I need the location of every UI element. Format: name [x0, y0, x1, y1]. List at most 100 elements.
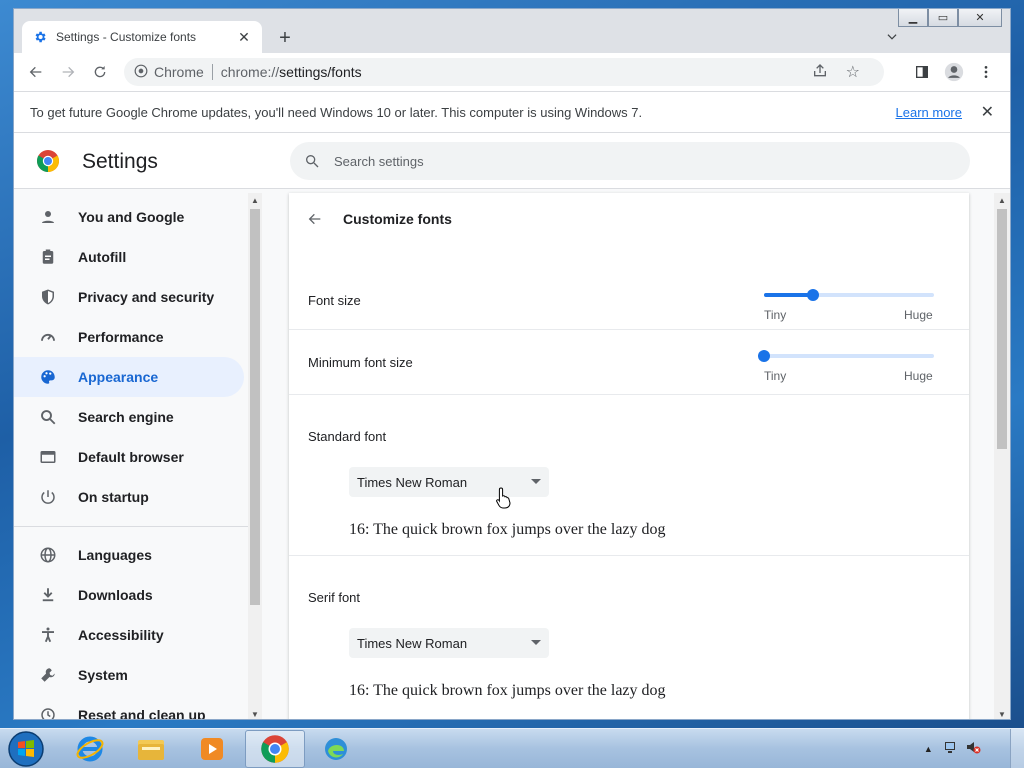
side-panel-icon[interactable] [906, 56, 938, 88]
sidebar-item-languages[interactable]: Languages [14, 535, 260, 575]
scroll-down-icon[interactable]: ▼ [994, 707, 1010, 719]
clock[interactable] [991, 736, 994, 762]
file-explorer-icon[interactable] [123, 730, 179, 768]
infobar-close-icon[interactable]: ✕ [981, 102, 994, 122]
sidebar-item-performance[interactable]: Performance [14, 317, 260, 357]
settings-sidebar: You and Google Autofill Privacy and secu… [14, 193, 260, 720]
learn-more-link[interactable]: Learn more [896, 105, 962, 120]
maximize-icon[interactable]: ▭ [928, 9, 958, 27]
serif-font-select[interactable]: Times New Roman [349, 628, 549, 658]
sidebar-item-label: Downloads [78, 587, 153, 603]
volume-muted-icon[interactable] [965, 739, 981, 760]
sidebar-item-label: On startup [78, 489, 149, 505]
sidebar-item-system[interactable]: System [14, 655, 260, 695]
sidebar-item-label: Languages [78, 547, 152, 563]
font-size-min-label: Tiny [764, 308, 787, 322]
scroll-down-icon[interactable]: ▼ [248, 707, 262, 719]
chrome-taskbar-icon[interactable] [245, 730, 305, 768]
sidebar-scrollbar[interactable]: ▲ ▼ [248, 193, 262, 719]
font-size-row: Font size Tiny Huge [289, 245, 969, 330]
minimize-icon[interactable]: ▁ [898, 9, 928, 27]
sidebar-item-accessibility[interactable]: Accessibility [14, 615, 260, 655]
sidebar-item-reset[interactable]: Reset and clean up [14, 695, 260, 720]
power-icon [38, 487, 58, 507]
search-settings-input[interactable]: Search settings [290, 142, 970, 180]
bookmark-star-icon[interactable]: ☆ [846, 62, 860, 82]
sidebar-item-privacy[interactable]: Privacy and security [14, 277, 260, 317]
search-icon [38, 407, 58, 427]
accessibility-icon [38, 625, 58, 645]
min-font-size-slider-knob[interactable] [758, 350, 770, 362]
standard-font-label: Standard font [308, 429, 387, 444]
media-player-icon[interactable] [184, 730, 240, 768]
sidebar-item-label: Default browser [78, 449, 184, 465]
standard-font-sample: 16: The quick brown fox jumps over the l… [349, 521, 666, 538]
start-button[interactable] [6, 730, 46, 768]
search-icon [304, 153, 320, 169]
sidebar-item-label: Accessibility [78, 627, 164, 643]
sidebar-scroll-thumb[interactable] [250, 209, 260, 605]
sidebar-item-default-browser[interactable]: Default browser [14, 437, 260, 477]
tab-settings[interactable]: Settings - Customize fonts ✕ [22, 21, 262, 53]
wrench-icon [38, 665, 58, 685]
back-arrow-icon[interactable] [20, 56, 52, 88]
font-size-label: Font size [308, 293, 361, 308]
url-text: chrome://settings/fonts [221, 64, 362, 80]
min-font-size-min-label: Tiny [764, 369, 787, 383]
gear-icon [32, 29, 48, 45]
scroll-up-icon[interactable]: ▲ [994, 193, 1010, 207]
standard-font-value: Times New Roman [357, 474, 468, 490]
share-icon[interactable] [812, 63, 828, 82]
speedometer-icon [38, 327, 58, 347]
main-scroll-thumb[interactable] [997, 209, 1007, 449]
network-icon[interactable] [943, 739, 959, 760]
sidebar-item-appearance[interactable]: Appearance [14, 357, 244, 397]
tab-close-icon[interactable]: ✕ [236, 29, 252, 45]
back-arrow-icon[interactable] [307, 211, 323, 227]
sidebar-item-label: Reset and clean up [78, 707, 206, 720]
main-scrollbar[interactable]: ▲ ▼ [994, 193, 1010, 719]
sidebar-divider [14, 526, 250, 527]
sidebar-item-on-startup[interactable]: On startup [14, 477, 260, 517]
sidebar-item-label: Performance [78, 329, 164, 345]
chevron-down-icon[interactable] [882, 27, 902, 47]
show-desktop-button[interactable] [1010, 729, 1024, 768]
tab-strip: Settings - Customize fonts ✕ + ▁ ▭ ✕ [14, 9, 1010, 53]
serif-font-sample: 16: The quick brown fox jumps over the l… [349, 682, 666, 699]
serif-font-value: Times New Roman [357, 635, 468, 651]
window-controls: ▁ ▭ ✕ [898, 9, 1002, 27]
sidebar-item-search-engine[interactable]: Search engine [14, 397, 260, 437]
palette-icon [38, 367, 58, 387]
font-size-max-label: Huge [904, 308, 933, 322]
browser-toolbar: Chrome chrome://settings/fonts ☆ [14, 53, 1010, 91]
scroll-up-icon[interactable]: ▲ [248, 193, 262, 207]
sidebar-item-autofill[interactable]: Autofill [14, 237, 260, 277]
hand-cursor-icon [496, 487, 512, 514]
profile-avatar-icon[interactable] [938, 56, 970, 88]
sidebar-item-downloads[interactable]: Downloads [14, 575, 260, 615]
window-close-icon[interactable]: ✕ [958, 9, 1002, 27]
dropdown-arrow-icon [531, 640, 541, 645]
min-font-size-slider[interactable] [758, 350, 934, 362]
browser-window: Settings - Customize fonts ✕ + ▁ ▭ ✕ Chr… [13, 8, 1011, 720]
font-size-slider-knob[interactable] [807, 289, 819, 301]
site-label: Chrome [154, 64, 204, 80]
toolbar-right [906, 56, 1002, 88]
reset-icon [38, 705, 58, 719]
menu-kebab-icon[interactable] [970, 56, 1002, 88]
person-icon [38, 207, 58, 227]
sidebar-item-you-and-google[interactable]: You and Google [14, 197, 260, 237]
sidebar-item-label: Privacy and security [78, 289, 215, 305]
edge-icon[interactable] [308, 730, 364, 768]
reload-icon[interactable] [84, 56, 116, 88]
tray-expand-icon[interactable]: ▲ [924, 744, 933, 754]
url-main: settings/fonts [279, 64, 362, 80]
font-size-slider[interactable] [764, 289, 934, 301]
forward-arrow-icon[interactable] [52, 56, 84, 88]
new-tab-button[interactable]: + [272, 25, 298, 51]
chrome-logo-icon [134, 64, 148, 81]
dropdown-arrow-icon [531, 479, 541, 484]
internet-explorer-icon[interactable] [62, 730, 118, 768]
standard-font-select[interactable]: Times New Roman [349, 467, 549, 497]
address-bar[interactable]: Chrome chrome://settings/fonts ☆ [124, 58, 884, 86]
